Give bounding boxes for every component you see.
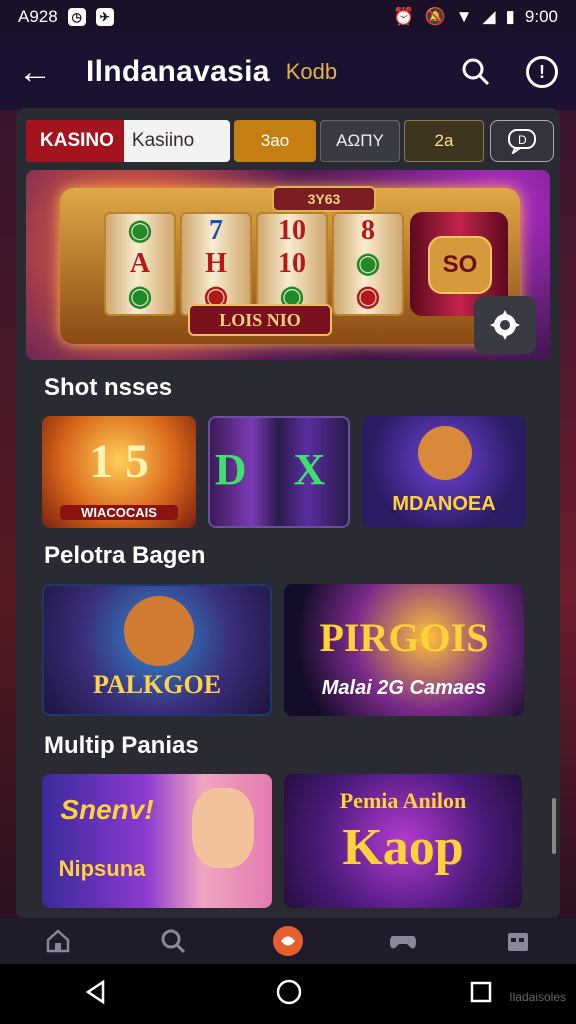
nav-calendar[interactable]	[488, 919, 548, 963]
game-tile-label: MDANOEA	[392, 493, 496, 515]
game-tile-caption: Malai 2G Camaes	[321, 677, 487, 699]
character-portrait	[192, 788, 254, 868]
chat-icon[interactable]: D	[490, 120, 554, 162]
calendar-icon	[504, 927, 532, 955]
svg-text:D: D	[518, 133, 527, 147]
game-tile[interactable]: 1 5 WIACOCAIS	[42, 416, 196, 528]
recents-square-icon[interactable]	[469, 980, 493, 1009]
games-icon	[272, 926, 303, 956]
machine-label: LOIS NIO	[188, 304, 332, 336]
game-tile-caption: Nipsuna	[58, 856, 146, 881]
game-row-3: Snenv! Nipsuna Pemia Anilon Kaop	[42, 774, 522, 908]
section-title: Multip Panias	[44, 732, 199, 759]
nav-home[interactable]	[28, 919, 88, 963]
game-tile[interactable]: PALKGOE	[42, 584, 272, 716]
kasino-chip[interactable]: KASINO Kasiino	[26, 120, 230, 162]
reel: 7 H ◉	[180, 212, 252, 316]
game-row-1: 1 5 WIACOCAIS D X MDANOEA	[42, 416, 526, 528]
lion-character	[124, 596, 194, 666]
home-circle-icon[interactable]	[275, 978, 303, 1011]
app-badge: Kodb	[285, 59, 338, 84]
machine-top-label: 3Y63	[272, 186, 376, 212]
home-icon	[44, 927, 72, 955]
game-tile-label: Kaop	[342, 819, 464, 876]
featured-slot-banner[interactable]: 3Y63 ◉ A ◉ 7 H ◉ 10 10 ◉ 8 ◉ ◉ SO LOIS NIO	[26, 170, 550, 360]
wifi-icon: ▼	[455, 7, 473, 26]
clock-notification-icon: ◷	[67, 8, 86, 26]
clock: 9:00	[524, 7, 558, 26]
nav-controller[interactable]	[373, 919, 433, 963]
main-content: KASINO Kasiino 3ao AΩΠY 2a D 3Y63 ◉ A ◉ 7H…	[16, 108, 560, 920]
game-tile[interactable]: PIRGOIS Malai 2G Camaes	[284, 584, 524, 716]
app-title: Ilndanavasia	[86, 55, 270, 88]
game-tile-label: 1 5	[89, 435, 149, 488]
search-icon	[159, 927, 187, 955]
filter-chip-3[interactable]: AΩΠY	[320, 120, 400, 162]
alarm-icon: ⏰	[393, 7, 415, 26]
section-title: Shot nsses	[44, 374, 173, 401]
filter-chip-2[interactable]: 3ao	[234, 120, 316, 162]
status-bar: A928 ◷ ✈ ⏰ 🔕 ▼ ◢ ▮ 9:00	[0, 0, 576, 34]
scrollbar[interactable]	[552, 798, 556, 854]
battery-icon: ▮	[505, 7, 515, 26]
game-tile-caption: WIACOCAIS	[60, 505, 178, 520]
filter-chips: KASINO Kasiino 3ao AΩΠY 2a D	[26, 120, 554, 162]
game-tile[interactable]: MDANOEA	[362, 416, 526, 528]
reel: 8 ◉ ◉	[332, 212, 404, 316]
game-tile-label: PALKGOE	[92, 670, 222, 699]
signal-icon: ◢	[482, 7, 496, 26]
filter-chip-4[interactable]: 2a	[404, 120, 484, 162]
game-tile-label: D X	[214, 445, 344, 494]
app-notification-icon: ✈	[95, 8, 114, 26]
jackpot-badge: SO	[428, 236, 492, 294]
app-bar: ← Ilndanavasia Kodb !	[0, 34, 576, 110]
reel: ◉ A ◉	[104, 212, 176, 316]
back-arrow-icon[interactable]: ←	[18, 53, 58, 92]
reel: 10 10 ◉	[256, 212, 328, 316]
system-nav-bar	[0, 964, 576, 1024]
watermark: Iladaisoles	[509, 990, 566, 1004]
bottom-nav	[0, 918, 576, 964]
game-row-2: PALKGOE PIRGOIS Malai 2G Camaes	[42, 584, 524, 716]
mute-icon: 🔕	[424, 7, 446, 26]
game-tile[interactable]: Pemia Anilon Kaop	[284, 774, 522, 908]
carrier-text: A928	[18, 7, 58, 26]
settings-icon[interactable]	[474, 296, 536, 354]
game-tile-label: PIRGOIS	[319, 615, 489, 660]
game-tile-caption: Pemia Anilon	[339, 788, 467, 813]
controller-icon	[389, 927, 417, 955]
game-tile-label: Snenv!	[60, 794, 154, 825]
kasino-chip-label: Kasiino	[131, 130, 195, 151]
info-icon[interactable]: !	[526, 56, 558, 88]
lion-character	[418, 426, 472, 480]
kasino-chip-label-bold: KASINO	[26, 120, 124, 162]
slot-reels: ◉ A ◉ 7 H ◉ 10 10 ◉ 8 ◉ ◉	[104, 212, 404, 316]
search-icon[interactable]	[460, 56, 492, 88]
nav-search[interactable]	[143, 919, 203, 963]
game-tile[interactable]: D X	[208, 416, 350, 528]
nav-games[interactable]	[258, 919, 318, 963]
back-triangle-icon[interactable]	[83, 979, 109, 1010]
game-tile[interactable]: Snenv! Nipsuna	[42, 774, 272, 908]
section-title: Pelotra Bagen	[44, 542, 206, 569]
